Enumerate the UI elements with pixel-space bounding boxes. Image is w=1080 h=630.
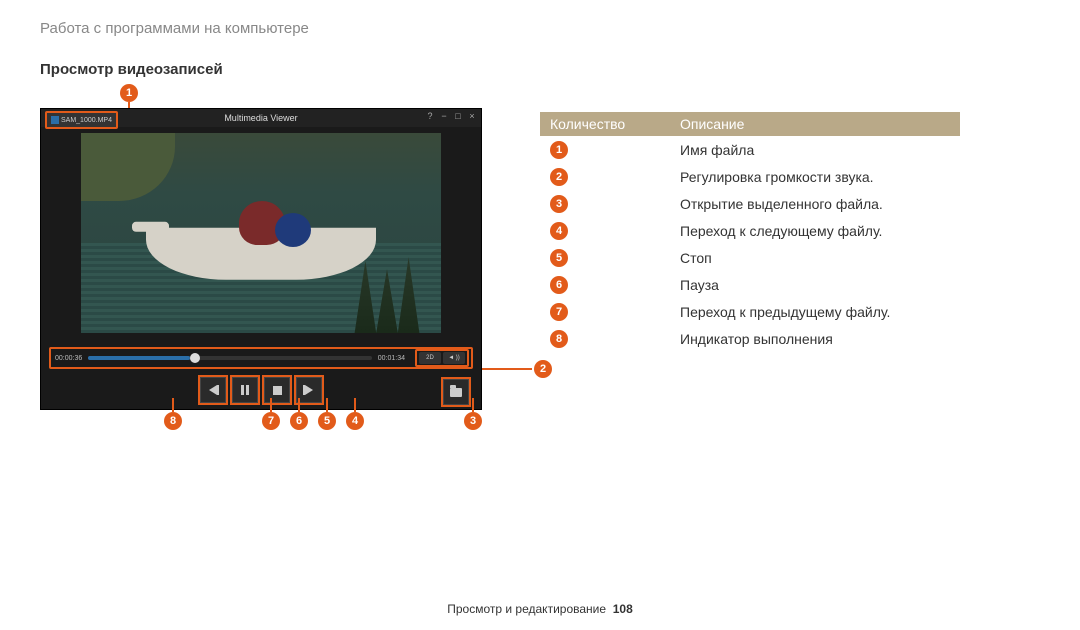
video-player-window: SAM_1000.MP4 Multimedia Viewer ? − □ × xyxy=(40,108,482,410)
row-desc: Открытие выделенного файла. xyxy=(670,190,960,217)
transport-controls xyxy=(41,375,481,405)
description-table: Количество Описание 1 Имя файла 2 Регулиро… xyxy=(540,112,960,352)
progress-bar[interactable] xyxy=(88,356,372,360)
file-icon xyxy=(51,116,59,124)
page-footer: Просмотр и редактирование 108 xyxy=(0,602,1080,616)
app-title: Multimedia Viewer xyxy=(224,113,297,123)
time-elapsed: 00:00:36 xyxy=(53,355,84,362)
pause-icon xyxy=(241,385,249,395)
prev-icon xyxy=(209,385,217,395)
row-badge: 3 xyxy=(550,195,568,213)
callout-8: 8 xyxy=(164,412,182,430)
prev-button[interactable] xyxy=(200,377,226,403)
file-name-text: SAM_1000.MP4 xyxy=(61,117,112,124)
video-frame xyxy=(81,133,441,333)
table-row: 3 Открытие выделенного файла. xyxy=(540,190,960,217)
maximize-icon[interactable]: □ xyxy=(453,111,463,121)
table-row: 4 Переход к следующему файлу. xyxy=(540,217,960,244)
table-row: 1 Имя файла xyxy=(540,136,960,163)
table-row: 8 Индикатор выполнения xyxy=(540,325,960,352)
player-figure: 1 SAM_1000.MP4 Multimedia Viewer ? − □ × xyxy=(40,86,500,410)
callout-5: 5 xyxy=(318,412,336,430)
help-icon[interactable]: ? xyxy=(425,111,435,121)
callout-line xyxy=(482,368,532,370)
row-desc: Индикатор выполнения xyxy=(670,325,960,352)
volume-icon[interactable]: ◄ )) xyxy=(443,352,465,364)
next-icon xyxy=(305,385,313,395)
row-desc: Переход к предыдущему файлу. xyxy=(670,298,960,325)
row-badge: 1 xyxy=(550,141,568,159)
callout-7: 7 xyxy=(262,412,280,430)
bottom-callouts: 8 7 6 5 4 3 xyxy=(40,414,500,434)
minimize-icon[interactable]: − xyxy=(439,111,449,121)
stop-icon xyxy=(273,386,282,395)
open-file-button[interactable] xyxy=(443,379,469,405)
row-badge: 4 xyxy=(550,222,568,240)
page-number: 108 xyxy=(613,602,633,616)
row-badge: 8 xyxy=(550,330,568,348)
row-badge: 6 xyxy=(550,276,568,294)
table-row: 7 Переход к предыдущему файлу. xyxy=(540,298,960,325)
row-badge: 7 xyxy=(550,303,568,321)
row-desc: Стоп xyxy=(670,244,960,271)
table-header-qty: Количество xyxy=(540,112,670,136)
volume-group: 2D ◄ )) xyxy=(415,349,469,367)
footer-section: Просмотр и редактирование xyxy=(447,602,606,616)
callout-1: 1 xyxy=(120,84,138,102)
close-icon[interactable]: × xyxy=(467,111,477,121)
row-desc: Пауза xyxy=(670,271,960,298)
row-badge: 2 xyxy=(550,168,568,186)
row-desc: Регулировка громкости звука. xyxy=(670,163,960,190)
view-mode-toggle[interactable]: 2D xyxy=(419,352,441,364)
pause-button[interactable] xyxy=(232,377,258,403)
description-panel: Количество Описание 1 Имя файла 2 Регулиро… xyxy=(540,112,960,352)
section-title: Просмотр видеозаписей xyxy=(40,61,1040,78)
table-row: 6 Пауза xyxy=(540,271,960,298)
progress-bar-group: 00:00:36 00:01:34 2D ◄ )) xyxy=(49,347,473,369)
table-header-desc: Описание xyxy=(670,112,960,136)
row-desc: Переход к следующему файлу. xyxy=(670,217,960,244)
callout-4: 4 xyxy=(346,412,364,430)
row-badge: 5 xyxy=(550,249,568,267)
table-row: 2 Регулировка громкости звука. xyxy=(540,163,960,190)
file-name-chip: SAM_1000.MP4 xyxy=(45,111,118,129)
table-row: 5 Стоп xyxy=(540,244,960,271)
callout-2: 2 xyxy=(534,360,552,378)
row-desc: Имя файла xyxy=(670,136,960,163)
progress-thumb[interactable] xyxy=(190,353,200,363)
callout-6: 6 xyxy=(290,412,308,430)
player-titlebar: SAM_1000.MP4 Multimedia Viewer ? − □ × xyxy=(41,109,481,127)
callout-3: 3 xyxy=(464,412,482,430)
breadcrumb: Работа с программами на компьютере xyxy=(40,20,1040,37)
folder-icon xyxy=(450,388,462,397)
window-controls: ? − □ × xyxy=(425,111,477,121)
stop-button[interactable] xyxy=(264,377,290,403)
time-total: 00:01:34 xyxy=(376,355,407,362)
